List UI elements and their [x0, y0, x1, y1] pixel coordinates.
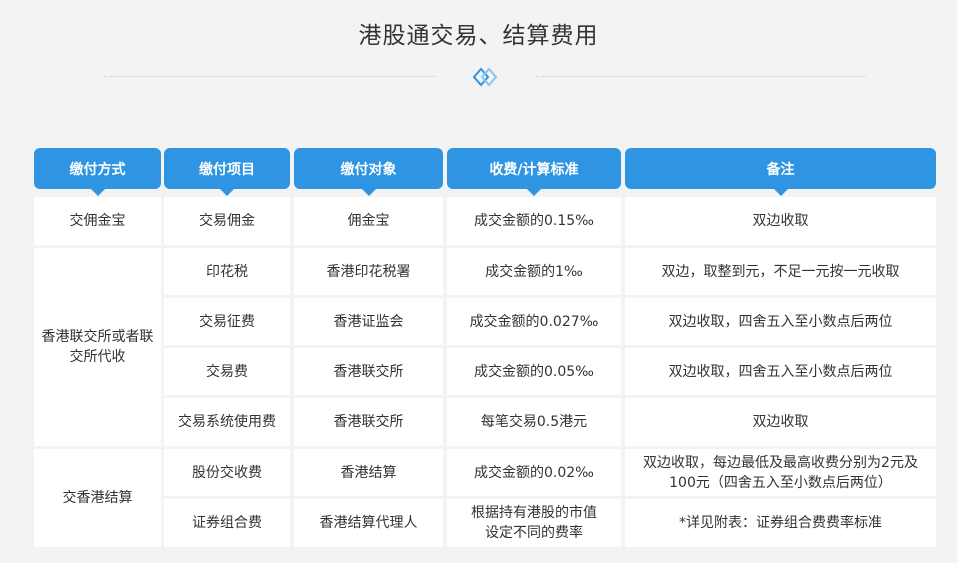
title-divider-left [104, 76, 436, 77]
header-payee: 缴付对象 [294, 148, 443, 196]
cell-note: 双边收取，四舍五入至小数点后两位 [625, 348, 936, 395]
header-note: 备注 [625, 148, 936, 196]
cell-standard: 成交金额的0.02‰ [447, 449, 621, 496]
cell-payee: 香港印花税署 [294, 248, 443, 295]
cell-item: 交易佣金 [164, 197, 290, 245]
fee-table: 缴付方式 缴付项目 缴付对象 收费/计算标准 备注 交佣金宝 香港联交所或者联交… [34, 148, 936, 547]
cell-payee: 香港结算代理人 [294, 499, 443, 547]
cell-payee: 佣金宝 [294, 197, 443, 245]
cell-payee: 香港联交所 [294, 348, 443, 395]
cell-standard: 成交金额的0.027‰ [447, 298, 621, 345]
cell-note: 双边收取，四舍五入至小数点后两位 [625, 298, 936, 345]
cell-payee: 香港结算 [294, 449, 443, 496]
cell-item: 证券组合费 [164, 499, 290, 547]
cell-note: 双边收取 [625, 398, 936, 446]
cell-item: 交易系统使用费 [164, 398, 290, 446]
header-standard: 收费/计算标准 [447, 148, 621, 196]
table-header: 缴付方式 缴付项目 缴付对象 收费/计算标准 备注 [34, 148, 936, 196]
title-divider-right [536, 76, 866, 77]
cell-note: 双边收取 [625, 197, 936, 245]
cell-standard: 每笔交易0.5港元 [447, 398, 621, 446]
cell-item: 交易费 [164, 348, 290, 395]
cell-standard: 成交金额的1‰ [447, 248, 621, 295]
cell-item: 股份交收费 [164, 449, 290, 496]
cell-standard: 根据持有港股的市值设定不同的费率 [447, 499, 621, 547]
header-payment-method: 缴付方式 [34, 148, 161, 196]
cell-standard: 成交金额的0.05‰ [447, 348, 621, 395]
diamond-link-icon [473, 67, 497, 87]
group-cell: 交香港结算 [34, 449, 161, 547]
page-title: 港股通交易、结算费用 [358, 23, 599, 49]
cell-standard: 成交金额的0.15‰ [447, 197, 621, 245]
group-cell: 交佣金宝 [34, 197, 161, 245]
cell-note: 双边收取，每边最低及最高收费分别为2元及100元（四舍五入至小数点后两位） [625, 449, 936, 496]
cell-payee: 香港联交所 [294, 398, 443, 446]
group-cell: 香港联交所或者联交所代收 [34, 248, 161, 446]
cell-payee: 香港证监会 [294, 298, 443, 345]
cell-note: 双边，取整到元，不足一元按一元收取 [625, 248, 936, 295]
cell-note: *详见附表：证券组合费费率标准 [625, 499, 936, 547]
cell-item: 印花税 [164, 248, 290, 295]
cell-item: 交易征费 [164, 298, 290, 345]
header-payment-item: 缴付项目 [164, 148, 290, 196]
